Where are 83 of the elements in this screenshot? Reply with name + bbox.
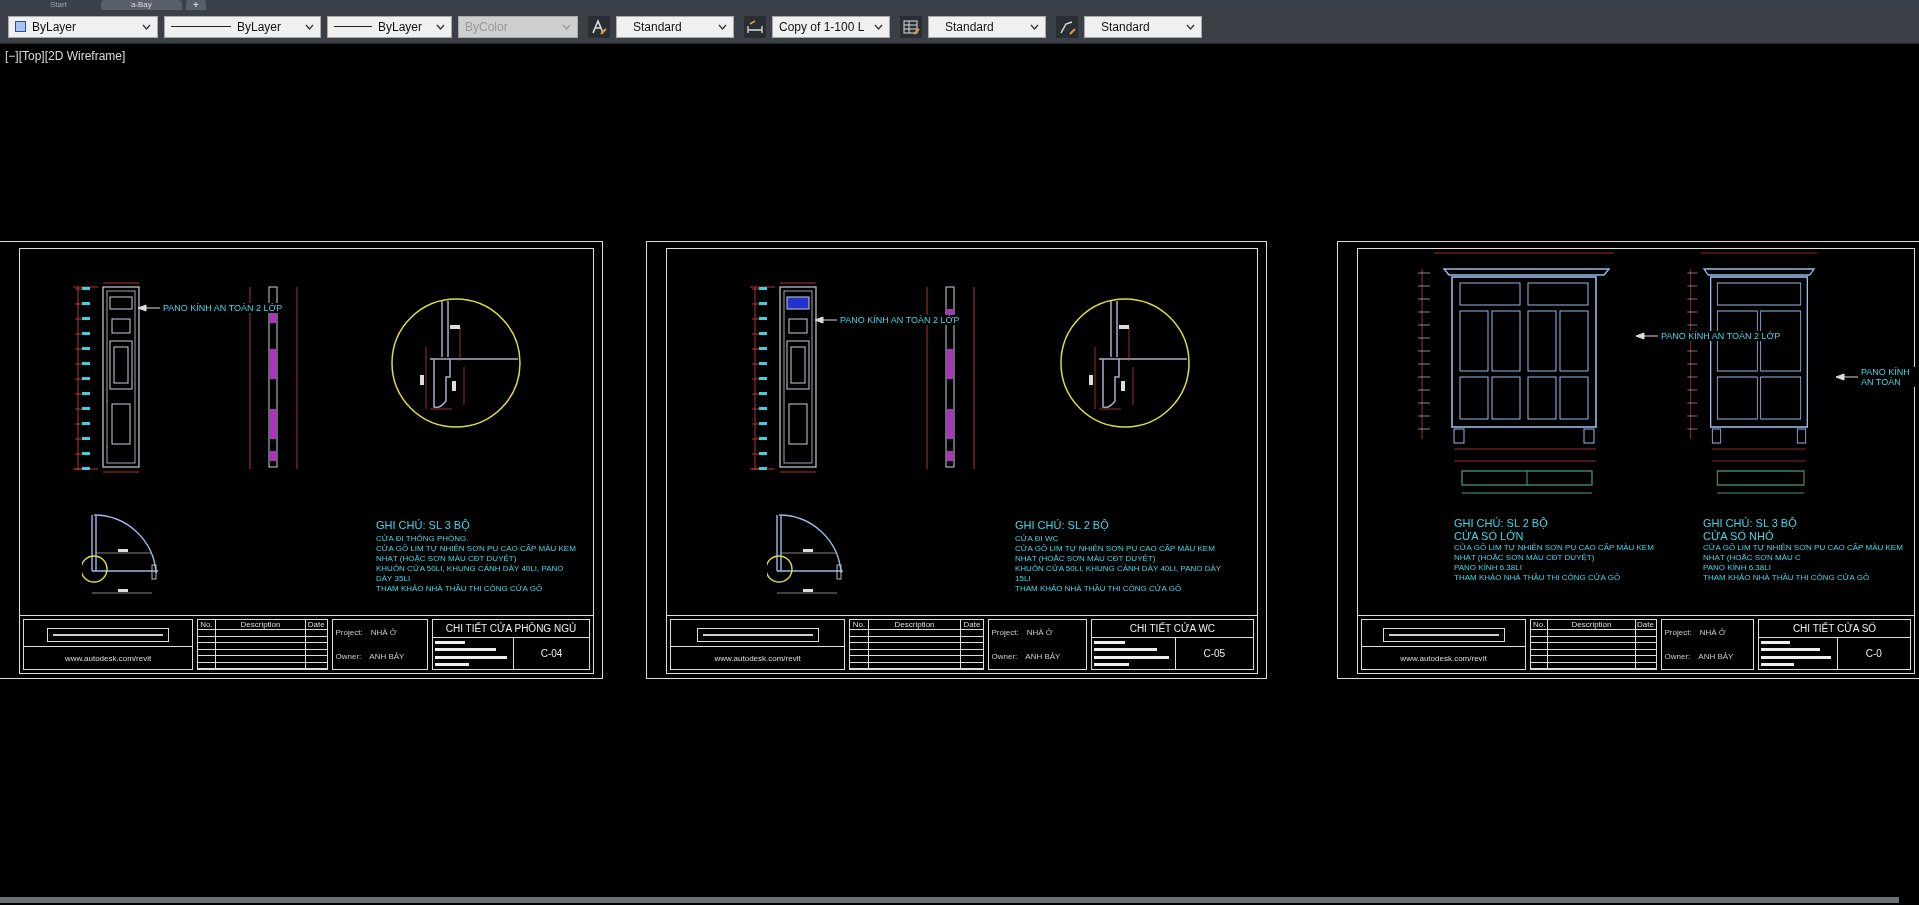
property-dropdown[interactable]: Standard (928, 15, 1046, 38)
sheet-title: CHI TIẾT CỬA PHÒNG NGỦ (432, 620, 589, 638)
note-line: KHUÔN CỬA 50LI, KHUNG CÁNH DÀY 40LI, PANO DÀY 15LI (1015, 564, 1222, 584)
note-heading: CỬA SỔ NHỎ (1703, 530, 1775, 542)
note-line: PANO KÍNH 6.38LI (1703, 563, 1772, 573)
note-line: CỬA ĐI THÔNG PHÒNG. (376, 534, 470, 544)
table-icon[interactable] (900, 15, 922, 38)
field-value: NHÀ Ở (1699, 627, 1726, 637)
sheet-number: C-04 (539, 647, 564, 661)
note-line: KHUÔN CỬA 50LI, KHUNG CÁNH DÀY 40LI, PANO DÀY 35LI (376, 564, 565, 584)
column-header: Description (216, 620, 306, 629)
sheet-number: C-0 (1864, 647, 1883, 661)
caret-icon (142, 23, 151, 30)
column-header: Description (1548, 620, 1636, 629)
field-value: ANH BẢY (1698, 652, 1734, 662)
note-line: THAM KHẢO NHÀ THẦU THI CÔNG CỬA GỖ (1015, 584, 1183, 594)
property-dropdown[interactable]: ByLayer (164, 15, 321, 38)
caret-icon (436, 23, 445, 30)
note-heading: GHI CHÚ: SL 2 BỘ (1454, 517, 1549, 529)
column-header: No. (850, 620, 869, 629)
note-line: PANO KÍNH 6.38LI (1454, 563, 1523, 573)
caret-icon (1030, 23, 1039, 30)
property-dropdown[interactable]: Copy of 1-100 L (772, 15, 890, 38)
field-label: Owner: (991, 652, 1018, 662)
column-header: No. (1531, 620, 1549, 629)
field-label: Project: (335, 627, 363, 637)
sheet-title: CHI TIẾT CỬA WC (1091, 620, 1253, 638)
note-heading: GHI CHÚ: SL 2 BỘ (1015, 519, 1110, 531)
leader-icon[interactable] (1056, 15, 1078, 38)
line-sample-icon (171, 26, 231, 27)
column-header: No. (198, 620, 217, 629)
leader-arrow-icon (815, 316, 837, 324)
new-tab-button[interactable]: + (185, 0, 206, 10)
note-heading: GHI CHÚ: SL 3 BỘ (376, 519, 471, 531)
column-header: Description (868, 620, 962, 629)
line-sample-icon (334, 26, 372, 27)
file-tab[interactable]: a-Bay (100, 0, 182, 10)
column-header: Date (306, 620, 326, 629)
note-line: THAM KHẢO NHÀ THẦU THI CÔNG CỬA GỖ (1454, 573, 1622, 583)
leader-arrow-icon (1836, 373, 1858, 381)
callout-text: PANO KÍNH AN TOÀN 2 LỚP (1660, 331, 1782, 341)
website-text: www.autodesk.com/revit (24, 646, 193, 669)
note-heading: GHI CHÚ: SL 3 BỘ (1703, 517, 1798, 529)
caret-icon (305, 23, 314, 30)
dimension-icon[interactable] (744, 15, 766, 38)
field-label: Project: (991, 627, 1019, 637)
viewport-label[interactable]: [−][Top][2D Wireframe] (5, 49, 126, 63)
property-dropdown[interactable]: ByLayer (8, 15, 158, 38)
website-text: www.autodesk.com/revit (1362, 646, 1525, 669)
field-value: ANH BẢY (1025, 652, 1061, 662)
note-line: THAM KHẢO NHÀ THẦU THI CÔNG CỬA GỖ (376, 584, 544, 594)
field-value: NHÀ Ở (1026, 627, 1053, 637)
column-header: Date (1636, 620, 1655, 629)
note-line: CỬA GỖ LIM TỰ NHIÊN SƠN PU CAO CẤP MÀU KEM NHẠT (HOẶC SƠN MÀU CĐT DUYỆT) (376, 544, 576, 563)
field-value: NHÀ Ở (370, 627, 397, 637)
note-line: CỬA GỖ LIM TỰ NHIÊN SƠN PU CAO CẤP MÀU KEM NHẠT (HOẶC SƠN MÀU CĐT DUYỆT) (1454, 543, 1655, 562)
column-header: Date (962, 620, 982, 629)
property-dropdown[interactable]: Standard (616, 15, 734, 38)
field-value: ANH BẢY (369, 652, 405, 662)
property-dropdown[interactable]: Standard (1084, 15, 1202, 38)
sheet-title: CHI TIẾT CỬA SỔ (1759, 620, 1910, 638)
callout-text: PANO KÍNH AN TOÀN 2 LỚP (839, 315, 961, 325)
horizontal-scrollbar[interactable] (0, 897, 1899, 903)
leader-arrow-icon (1636, 332, 1658, 340)
field-label: Owner: (335, 652, 362, 662)
note-line: CỬA GỖ LIM TỰ NHIÊN SƠN PU CAO CẤP MÀU KEM NHẠT (HOẶC SƠN MÀU C (1703, 543, 1904, 562)
note-line: CỬA GỖ LIM TỰ NHIÊN SƠN PU CAO CẤP MÀU KEM NHẠT (HOẶC SƠN MÀU CĐT DUYỆT) (1015, 544, 1216, 563)
text-style-icon[interactable] (588, 15, 610, 38)
sheet-number: C-05 (1202, 647, 1227, 661)
leader-arrow-icon (138, 304, 160, 312)
field-label: Project: (1664, 627, 1692, 637)
caret-icon (562, 23, 571, 30)
field-label: Owner: (1664, 652, 1691, 662)
caret-icon (718, 23, 727, 30)
caret-icon (874, 23, 883, 30)
note-heading: CỬA SỔ LỚN (1454, 530, 1525, 542)
callout-text: PANO KÍNH AN TOÀN 2 LỚP (162, 303, 284, 313)
note-line: THAM KHẢO NHÀ THẦU THI CÔNG CỬA GỖ (1703, 573, 1871, 583)
color-swatch-icon (15, 21, 26, 32)
property-dropdown[interactable]: ByLayer (327, 15, 452, 38)
note-line: CỬA ĐI WC (1015, 534, 1060, 544)
caret-icon (1186, 23, 1195, 30)
website-text: www.autodesk.com/revit (671, 646, 845, 669)
